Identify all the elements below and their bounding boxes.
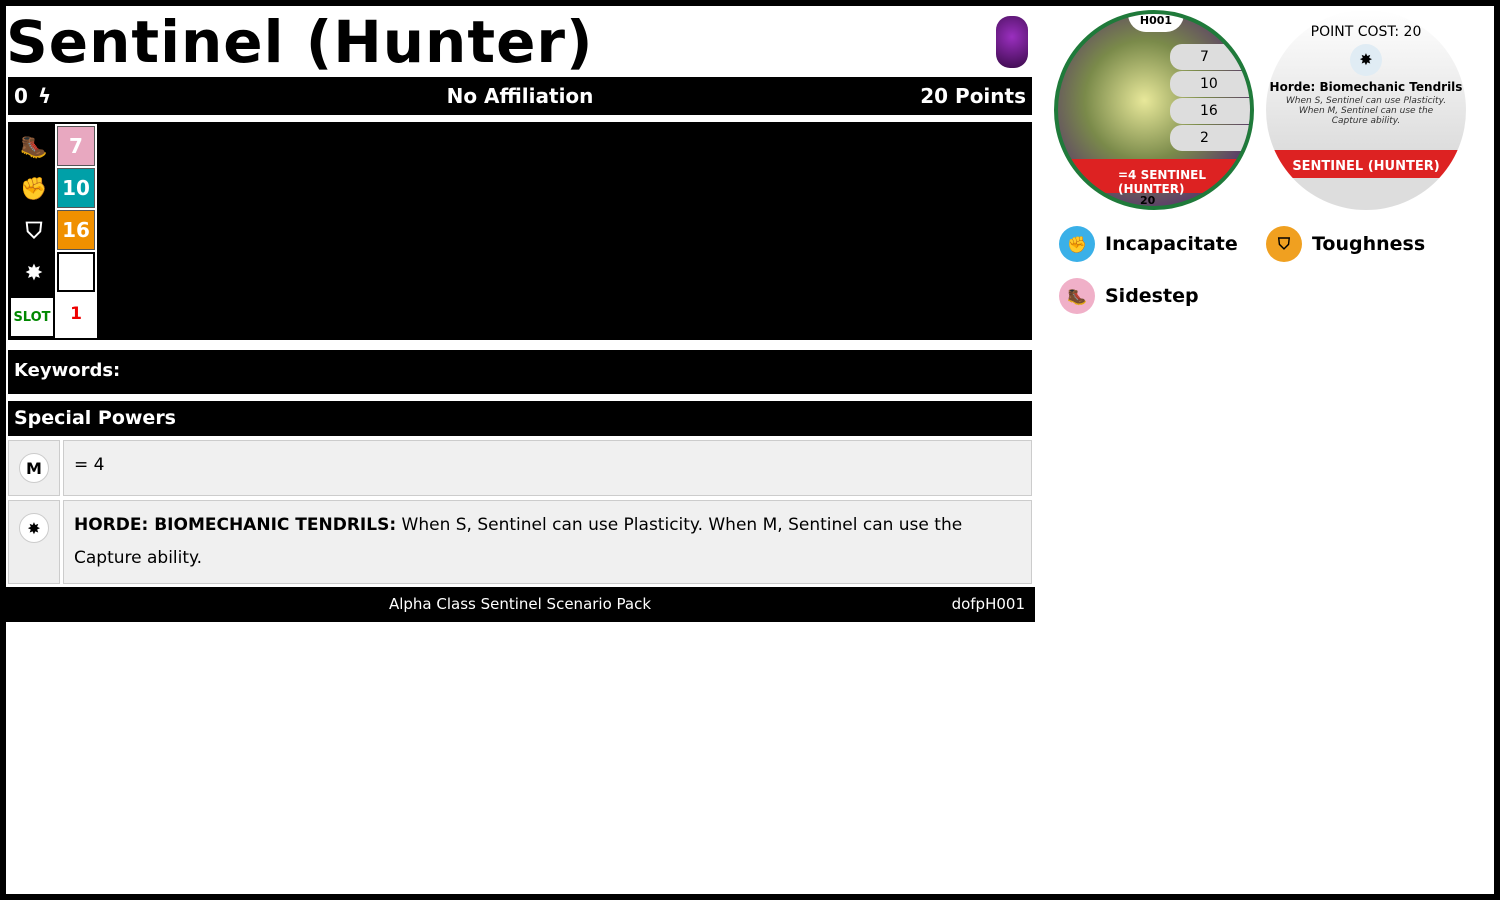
stat-box: 🥾 ✊ ⛉ ✸ SLOT 7 10 16 2 1: [8, 122, 1032, 340]
dial-attack: 10: [1170, 71, 1250, 97]
dial-points: 20: [1140, 194, 1156, 207]
speed-value: 7: [57, 126, 95, 166]
damage-icon: ✸: [24, 260, 44, 286]
footer: Alpha Class Sentinel Scenario Pack dofpH…: [5, 587, 1035, 622]
power-row: M = 4: [8, 440, 1032, 496]
keywords: Keywords:: [8, 350, 1032, 394]
ability-incapacitate[interactable]: ✊ Incapacitate: [1059, 226, 1238, 262]
dial-power-text: When S, Sentinel can use Plasticity. Whe…: [1285, 96, 1447, 126]
ability-sidestep[interactable]: 🥾 Sidestep: [1059, 278, 1199, 314]
sidestep-icon: 🥾: [1059, 278, 1095, 314]
team-symbol-icon: [996, 16, 1028, 68]
dial-back: POINT COST: 20 ✸ Horde: Biomechanic Tend…: [1266, 10, 1466, 210]
power-name: HORDE: BIOMECHANIC TENDRILS:: [74, 515, 397, 535]
dial-defense: 16: [1170, 98, 1250, 124]
dial-speed: 7: [1170, 44, 1250, 70]
affiliation: No Affiliation: [446, 84, 594, 108]
ability-label: Incapacitate: [1105, 233, 1238, 255]
ability-label: Sidestep: [1105, 285, 1199, 307]
m-icon: M: [19, 453, 49, 483]
defense-icon: ⛉: [25, 218, 43, 244]
set-name: Alpha Class Sentinel Scenario Pack: [388, 595, 652, 613]
page-title: Sentinel (Hunter): [6, 8, 594, 76]
points: 20 Points: [920, 84, 1026, 108]
incapacitate-icon: ✊: [1059, 226, 1095, 262]
dial-damage: 2: [1170, 125, 1250, 151]
set-code: dofpH001: [951, 595, 1025, 613]
defense-value: 16: [57, 210, 95, 250]
header-bar: 0 ϟ No Affiliation 20 Points: [8, 77, 1032, 115]
slot-value: 1: [70, 304, 82, 324]
slot-label: SLOT: [11, 298, 53, 336]
dial-name: SENTINEL (HUNTER): [1292, 159, 1440, 174]
dial-banner: =4 SENTINEL (HUNTER): [1058, 159, 1250, 196]
dial-id: H001: [1128, 14, 1184, 32]
dial-power-title: Horde: Biomechanic Tendrils: [1269, 80, 1463, 94]
speed-icon: 🥾: [20, 134, 48, 160]
attack-value: 10: [57, 168, 95, 208]
special-powers-header: Special Powers: [8, 401, 1032, 436]
power-text: = 4: [63, 440, 1032, 496]
attack-icon: ✊: [20, 176, 48, 202]
toughness-icon: ⛉: [1266, 226, 1302, 262]
damage-icon: ✸: [1350, 44, 1382, 76]
power-row: ✸ HORDE: BIOMECHANIC TENDRILS: When S, S…: [8, 500, 1032, 584]
dial-front: H001 7 10 16 2 =4 SENTINEL (HUNTER) 20: [1054, 10, 1254, 210]
damage-value: 2: [57, 252, 95, 292]
ability-label: Toughness: [1312, 233, 1426, 255]
ability-toughness[interactable]: ⛉ Toughness: [1266, 226, 1425, 262]
damage-icon: ✸: [19, 513, 49, 543]
